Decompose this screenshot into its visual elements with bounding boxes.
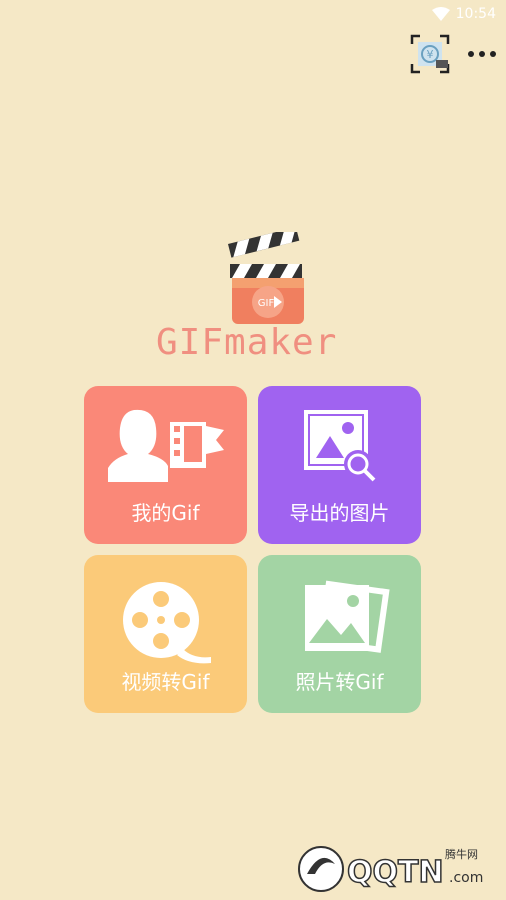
person-film-icon <box>107 409 224 482</box>
qqtn-logo-icon: QQTN .com 腾牛网 <box>298 846 483 892</box>
more-dots-icon[interactable] <box>468 40 496 68</box>
clapperboard-icon: GIF <box>228 227 304 324</box>
tile-photo-to-gif[interactable]: 照片转Gif <box>258 555 421 713</box>
tile-my-gif[interactable]: 我的Gif <box>84 386 247 544</box>
logo-badge-text: GIF <box>258 298 275 309</box>
app-title: GIFmaker <box>156 322 338 363</box>
tile-video-to-gif[interactable]: 视频转Gif <box>84 555 247 713</box>
watermark-brand: QQTN <box>347 855 444 890</box>
watermark-suffix: .com <box>449 870 483 886</box>
svg-text:¥: ¥ <box>427 48 434 61</box>
image-search-icon <box>303 410 375 482</box>
watermark: QQTN .com 腾牛网 <box>293 844 498 894</box>
tile-label: 我的Gif <box>131 501 200 525</box>
status-bar: 10:54 <box>0 0 506 28</box>
film-reel-icon <box>122 582 211 664</box>
wifi-icon <box>431 7 450 21</box>
top-actions: ¥ <box>410 34 496 74</box>
tile-label: 照片转Gif <box>295 670 384 694</box>
tile-exported-images[interactable]: 导出的图片 <box>258 386 421 544</box>
status-time: 10:54 <box>455 6 496 22</box>
tile-label: 视频转Gif <box>121 670 210 694</box>
photos-stack-icon <box>304 580 390 653</box>
donate-code-icon[interactable]: ¥ <box>410 34 450 74</box>
watermark-cn: 腾牛网 <box>445 847 478 861</box>
tile-label: 导出的图片 <box>289 501 390 525</box>
